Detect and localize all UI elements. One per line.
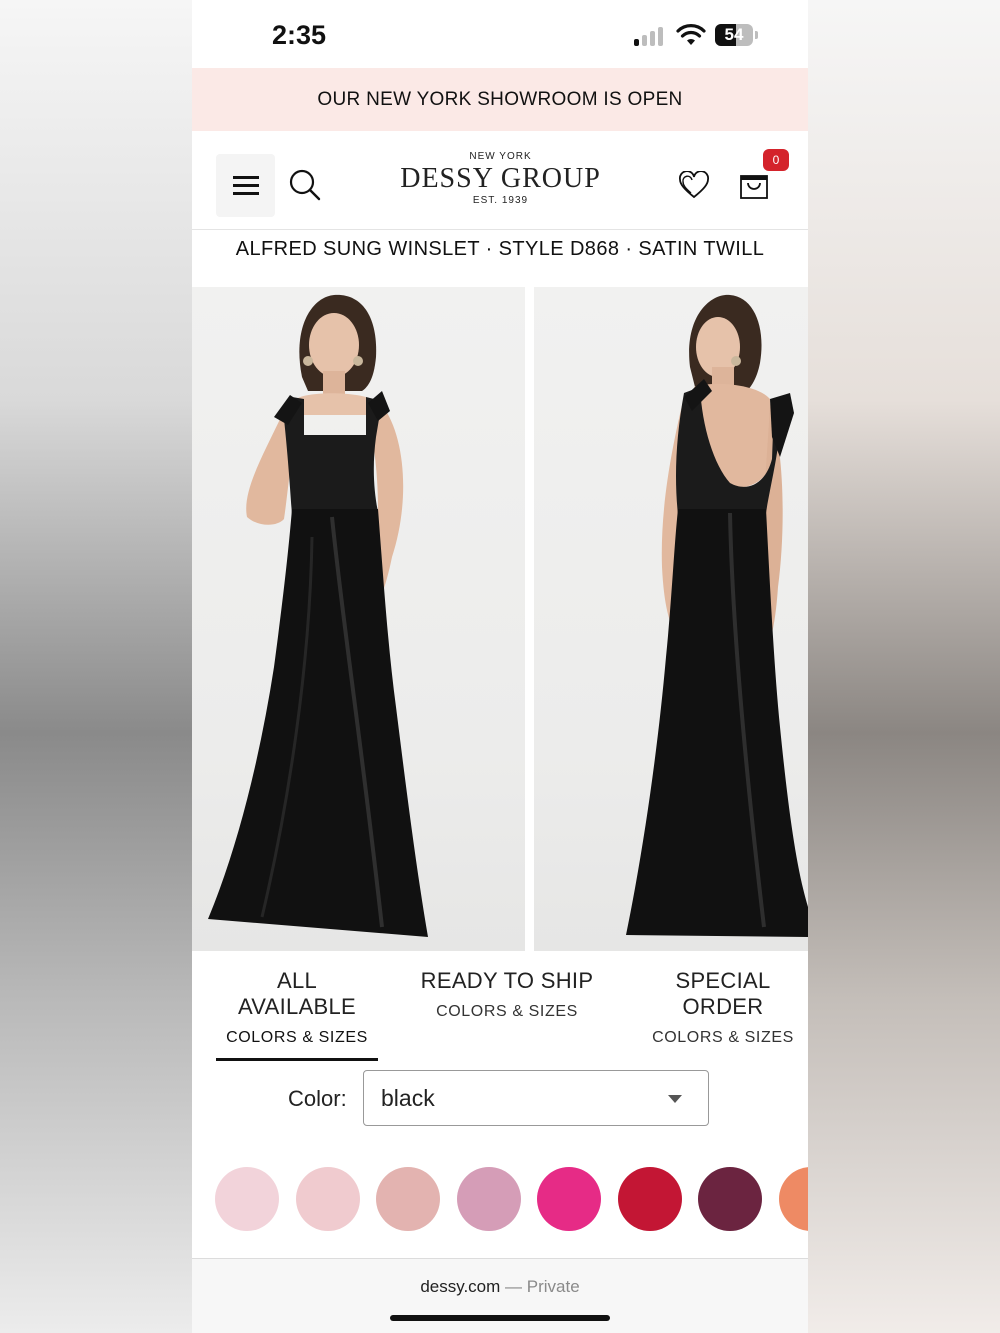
product-title: ALFRED SUNG WINSLET · STYLE D868 · SATIN… bbox=[235, 238, 765, 260]
menu-button[interactable] bbox=[216, 154, 275, 217]
tab-ready-to-ship[interactable]: READY TO SHIP COLORS & SIZES bbox=[418, 968, 596, 1021]
menu-icon bbox=[233, 176, 259, 179]
chevron-down-icon bbox=[668, 1095, 682, 1103]
status-bar: 2:35 54 bbox=[192, 0, 808, 68]
logo-top-text: NEW YORK bbox=[469, 151, 532, 162]
active-tab-indicator bbox=[216, 1058, 378, 1061]
site-header: NEW YORK DESSY GROUP EST. 1939 0 bbox=[192, 131, 808, 230]
status-time: 2:35 bbox=[272, 20, 327, 50]
color-swatch[interactable] bbox=[295, 1167, 360, 1231]
color-swatch[interactable] bbox=[537, 1167, 601, 1231]
logo-bottom-text: EST. 1939 bbox=[472, 195, 529, 206]
private-label: — Private bbox=[505, 1277, 580, 1296]
url-domain: dessy.com bbox=[420, 1277, 501, 1296]
availability-tabs: ALL AVAILABLE COLORS & SIZES READY TO SH… bbox=[192, 968, 808, 1046]
url-display[interactable]: dessy.com — Private bbox=[192, 1277, 808, 1297]
wifi-icon bbox=[676, 24, 706, 45]
tab-subtitle: COLORS & SIZES bbox=[226, 1029, 368, 1046]
color-select-value: black bbox=[381, 1085, 435, 1111]
tab-subtitle: COLORS & SIZES bbox=[436, 1003, 578, 1020]
color-swatch[interactable] bbox=[376, 1167, 440, 1231]
product-image-back[interactable] bbox=[534, 287, 808, 951]
tab-all-available[interactable]: ALL AVAILABLE COLORS & SIZES bbox=[216, 968, 378, 1047]
promo-banner[interactable]: OUR NEW YORK SHOWROOM IS OPEN bbox=[192, 68, 808, 131]
home-indicator[interactable] bbox=[390, 1315, 610, 1321]
logo-main-text: DESSY GROUP bbox=[400, 163, 601, 194]
signal-icon bbox=[634, 26, 668, 46]
shopping-bag-icon[interactable] bbox=[738, 168, 770, 200]
background-blur-right bbox=[808, 0, 1000, 1333]
battery-tip bbox=[755, 31, 758, 39]
search-icon[interactable] bbox=[288, 168, 322, 202]
phone-screen: 2:35 54 OUR NEW YORK SHOWROOM IS OPEN NE… bbox=[192, 0, 808, 1333]
cart-count-badge[interactable]: 0 bbox=[763, 149, 789, 171]
tab-title: ALL AVAILABLE bbox=[237, 968, 357, 1019]
brand-logo[interactable]: NEW YORK DESSY GROUP EST. 1939 bbox=[398, 151, 603, 206]
background-blur-left bbox=[0, 0, 192, 1333]
tab-special-order[interactable]: SPECIAL ORDER COLORS & SIZES bbox=[634, 968, 808, 1047]
color-swatch[interactable] bbox=[456, 1167, 521, 1231]
battery-percent: 54 bbox=[724, 25, 744, 44]
menu-icon-line bbox=[233, 184, 259, 187]
color-swatch[interactable] bbox=[698, 1167, 762, 1231]
product-image-front[interactable] bbox=[192, 287, 525, 951]
browser-address-bar[interactable]: dessy.com — Private bbox=[192, 1258, 808, 1333]
heart-icon[interactable] bbox=[678, 171, 710, 199]
color-swatch[interactable] bbox=[778, 1167, 808, 1231]
color-label: Color: bbox=[288, 1086, 347, 1111]
tab-title: READY TO SHIP bbox=[420, 968, 594, 993]
color-swatch[interactable] bbox=[617, 1167, 682, 1231]
menu-icon-line bbox=[233, 192, 259, 195]
tab-title: SPECIAL ORDER bbox=[675, 968, 771, 1019]
color-swatch[interactable] bbox=[215, 1167, 279, 1231]
tab-subtitle: COLORS & SIZES bbox=[652, 1029, 794, 1046]
color-select[interactable]: black bbox=[363, 1070, 709, 1126]
battery-icon: 54 bbox=[715, 24, 753, 46]
color-swatches bbox=[192, 1167, 808, 1233]
